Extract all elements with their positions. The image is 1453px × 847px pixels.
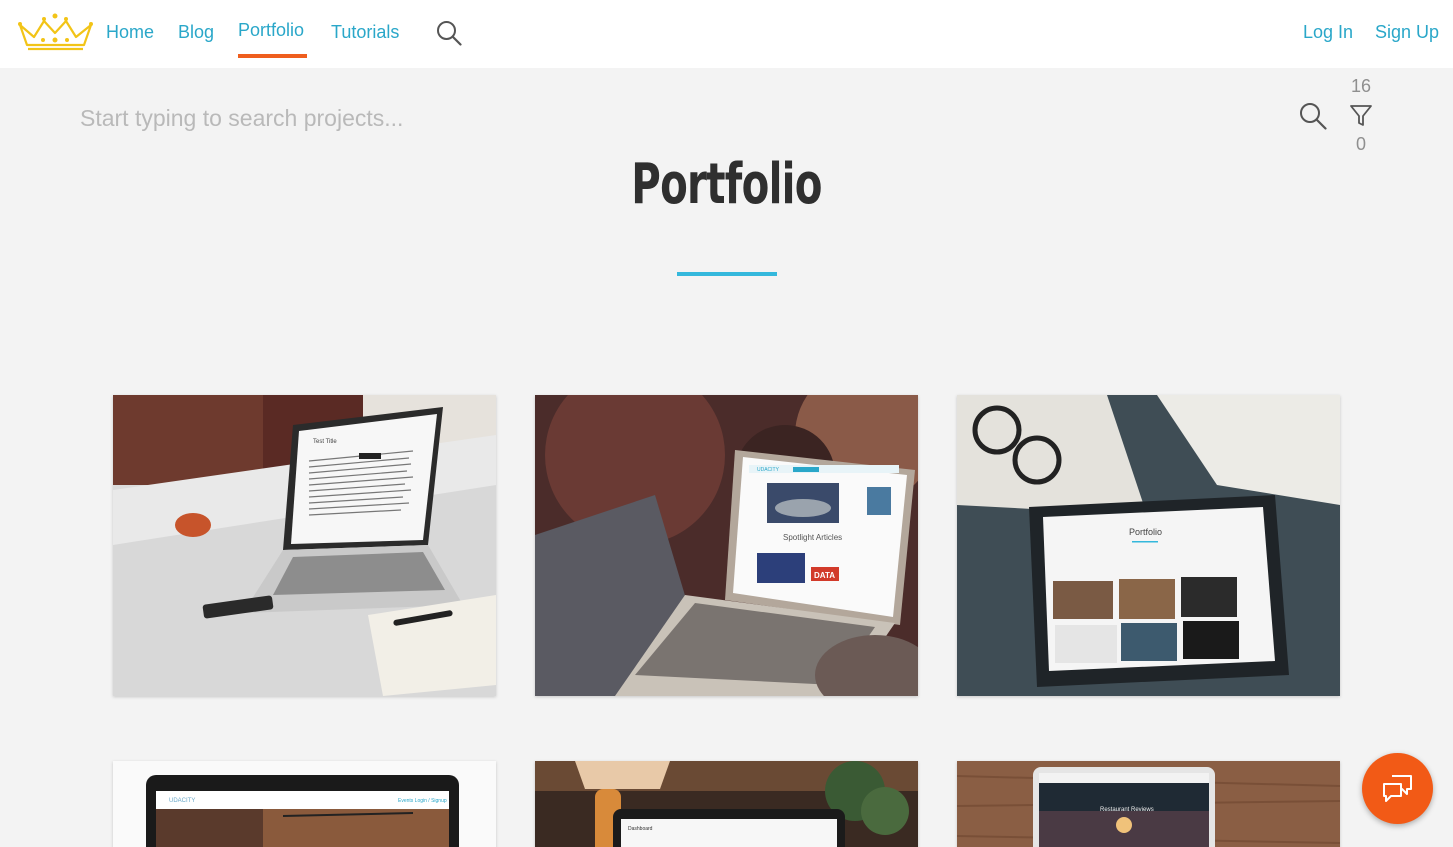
screen-badge-text: DATA (814, 571, 835, 580)
search-icon[interactable] (436, 20, 462, 46)
project-thumbnail: Dashboard (535, 761, 918, 847)
screen-heading-text: Dashboard (628, 826, 653, 832)
project-card[interactable]: UDACITY Events Login / Signup (113, 761, 496, 847)
chat-icon (1383, 775, 1412, 802)
login-link[interactable]: Log In (1303, 20, 1353, 44)
top-navigation: Home Blog Portfolio Tutorials Log In Sig… (0, 0, 1453, 68)
screen-links-text: Events Login / Signup (398, 798, 447, 804)
project-thumbnail: Portfolio (957, 395, 1340, 696)
crown-logo[interactable] (16, 11, 95, 53)
active-nav-indicator (238, 54, 307, 58)
nav-portfolio-link[interactable]: Portfolio (238, 18, 304, 42)
project-search-input[interactable] (80, 100, 1280, 136)
project-thumbnail: UDACITY Events Login / Signup (113, 761, 496, 847)
screen-brand-text: UDACITY (757, 467, 780, 473)
project-thumbnail: Test Title (113, 395, 496, 696)
signup-link[interactable]: Sign Up (1375, 20, 1439, 44)
filter-total-count: 16 (1350, 76, 1372, 96)
project-card[interactable]: Dashboard (535, 761, 918, 847)
search-icon[interactable] (1299, 102, 1327, 130)
project-card[interactable]: Test Title (113, 395, 496, 696)
screen-title-text: Test Title (313, 439, 337, 445)
page-title: Portfolio (631, 152, 822, 217)
nav-home-link[interactable]: Home (106, 20, 154, 44)
screen-heading-text: Spotlight Articles (783, 533, 842, 542)
chat-button[interactable] (1362, 753, 1433, 824)
filter-active-count: 0 (1355, 134, 1366, 154)
nav-tutorials-link[interactable]: Tutorials (331, 20, 399, 44)
nav-blog-link[interactable]: Blog (178, 20, 214, 44)
screen-brand-text: UDACITY (169, 798, 195, 804)
project-card[interactable]: Portfolio (957, 395, 1340, 696)
screen-heading-text: Restaurant Reviews (1100, 807, 1154, 813)
screen-heading-text: Portfolio (1129, 527, 1162, 537)
project-card[interactable]: Restaurant Reviews (957, 761, 1340, 847)
project-card[interactable]: UDACITY Spotlight Articles DATA (535, 395, 918, 696)
filter-icon[interactable] (1349, 104, 1373, 128)
title-divider (677, 272, 777, 276)
project-thumbnail: UDACITY Spotlight Articles DATA (535, 395, 918, 696)
project-thumbnail: Restaurant Reviews (957, 761, 1340, 847)
